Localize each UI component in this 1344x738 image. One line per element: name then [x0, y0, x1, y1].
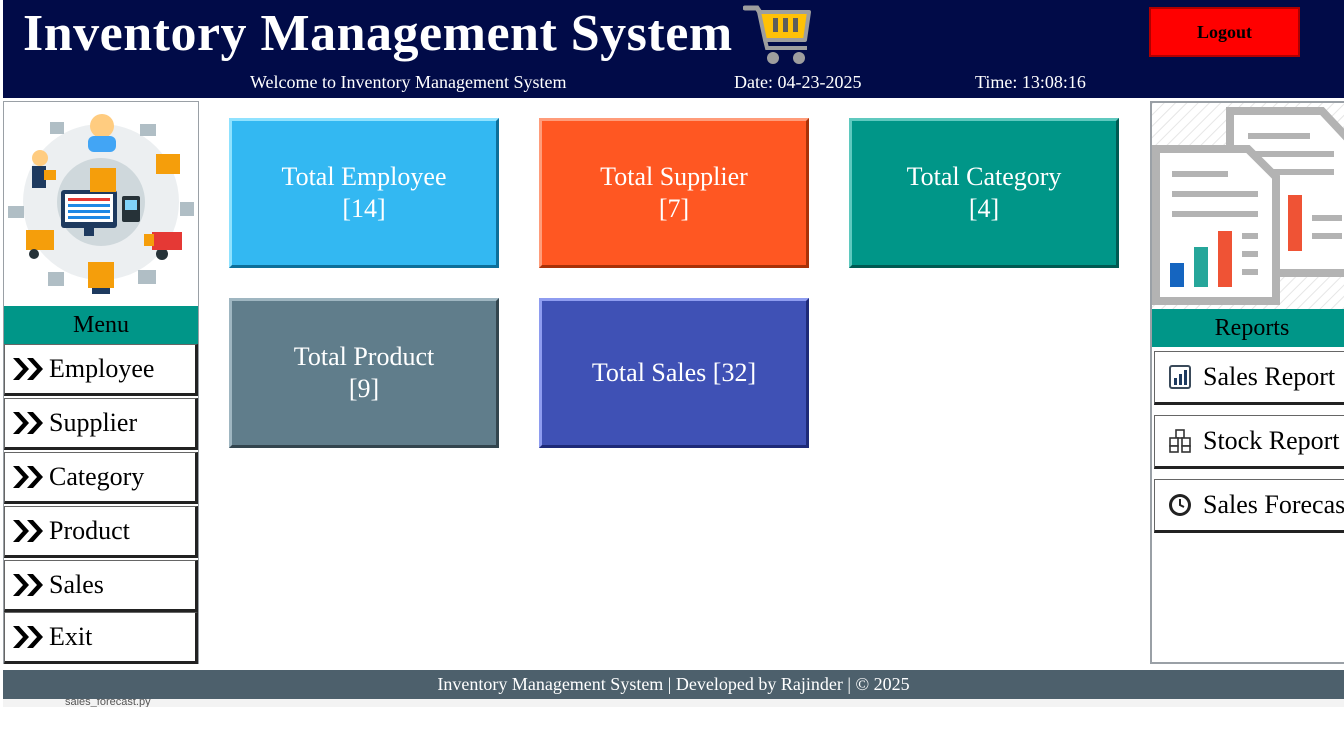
tile-value: [14]	[342, 194, 386, 223]
footer: Inventory Management System | Developed …	[3, 670, 1344, 699]
app-header: Inventory Management System Logout Welco…	[3, 0, 1344, 98]
total-sales-tile[interactable]: Total Sales [32]	[539, 298, 809, 448]
menu-panel: Menu Employee Supplier Category Product …	[3, 101, 199, 664]
menu-item-label: Sales	[49, 570, 104, 599]
menu-employee-button[interactable]: Employee	[4, 344, 198, 396]
tile-value: [7]	[658, 194, 690, 223]
reports-title: Reports	[1152, 309, 1344, 347]
tile-label: Total Supplier	[600, 162, 748, 191]
menu-sales-button[interactable]: Sales	[4, 560, 198, 612]
double-chevron-right-icon	[13, 466, 43, 488]
report-documents-illustration	[1152, 103, 1344, 309]
reports-panel: Reports Sales Report Stock Report Sales …	[1150, 101, 1344, 664]
menu-item-label: Supplier	[49, 408, 138, 437]
report-item-label: Sales Forecast	[1203, 490, 1344, 519]
tile-value: [9]	[348, 374, 380, 403]
sales-forecast-button[interactable]: Sales Forecast	[1154, 479, 1344, 533]
sales-report-button[interactable]: Sales Report	[1154, 351, 1344, 405]
clock-icon	[1169, 494, 1191, 516]
time-label: Time: 13:08:16	[975, 72, 1086, 92]
total-employee-tile[interactable]: Total Employee [14]	[229, 118, 499, 268]
double-chevron-right-icon	[13, 520, 43, 542]
double-chevron-right-icon	[13, 574, 43, 596]
menu-item-label: Employee	[49, 354, 155, 383]
menu-item-label: Product	[49, 516, 130, 545]
total-category-tile[interactable]: Total Category [4]	[849, 118, 1119, 268]
double-chevron-right-icon	[13, 412, 43, 434]
tile-value: [4]	[968, 194, 1000, 223]
background-window-strip: sales_forecast.py	[3, 699, 1344, 707]
date-label: Date: 04-23-2025	[734, 72, 862, 92]
inventory-illustration	[4, 102, 198, 306]
menu-supplier-button[interactable]: Supplier	[4, 398, 198, 450]
menu-title: Menu	[4, 306, 198, 344]
total-product-tile[interactable]: Total Product [9]	[229, 298, 499, 448]
boxes-icon	[1169, 429, 1191, 453]
tile-label: Total Category	[906, 162, 1062, 191]
menu-item-label: Category	[49, 462, 145, 491]
total-supplier-tile[interactable]: Total Supplier [7]	[539, 118, 809, 268]
app-title: Inventory Management System	[23, 5, 733, 62]
report-item-label: Sales Report	[1203, 362, 1336, 391]
menu-product-button[interactable]: Product	[4, 506, 198, 558]
tile-label: Total Employee	[281, 162, 447, 191]
background-filename: sales_forecast.py	[65, 699, 151, 707]
tile-label: Total Sales [32]	[591, 358, 757, 387]
tile-label: Total Product	[293, 342, 435, 371]
menu-category-button[interactable]: Category	[4, 452, 198, 504]
double-chevron-right-icon	[13, 626, 43, 648]
welcome-text: Welcome to Inventory Management System	[250, 72, 567, 92]
footer-text: Inventory Management System | Developed …	[437, 674, 910, 694]
logout-button[interactable]: Logout	[1149, 7, 1300, 57]
double-chevron-right-icon	[13, 358, 43, 380]
stock-report-button[interactable]: Stock Report	[1154, 415, 1344, 469]
shopping-cart-icon	[743, 5, 811, 64]
menu-item-label: Exit	[49, 622, 93, 651]
report-item-label: Stock Report	[1203, 426, 1340, 455]
bar-chart-icon	[1169, 365, 1191, 389]
menu-exit-button[interactable]: Exit	[4, 612, 198, 664]
